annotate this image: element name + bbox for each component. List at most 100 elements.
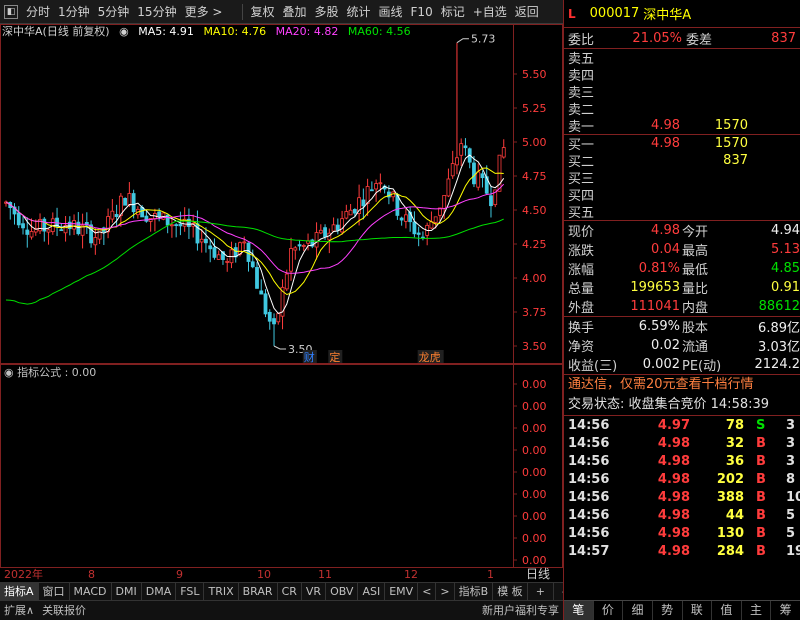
quote-tab[interactable]: 筹 <box>771 601 800 620</box>
tab-trix[interactable]: TRIX <box>204 582 239 601</box>
related-quote-button[interactable]: 关联报价 <box>38 601 90 620</box>
toolbar-draw-line[interactable]: 画线 <box>375 0 407 24</box>
tab-asi[interactable]: ASI <box>358 582 386 601</box>
tab-macd[interactable]: MACD <box>70 582 112 601</box>
tab-emv[interactable]: EMV <box>385 582 419 601</box>
quote-tab[interactable]: 势 <box>653 601 683 620</box>
toolbar-back[interactable]: 返回 <box>511 0 543 24</box>
ma-settings-icon[interactable]: ◉ <box>119 25 129 38</box>
stat-value: 2124.2 <box>754 357 800 372</box>
quote-tab[interactable]: 细 <box>623 601 653 620</box>
stat-row: 换手 6.59% 股本 6.89亿 <box>564 317 800 336</box>
tick-price: 4.98 <box>657 525 690 541</box>
tab-cr[interactable]: CR <box>278 582 302 601</box>
stat-label: PE(动) <box>682 359 722 374</box>
candle-body <box>25 229 30 235</box>
candle-body <box>272 318 276 325</box>
bid-row[interactable]: 买四 <box>564 186 800 204</box>
toolbar-f10[interactable]: F10 <box>407 0 437 24</box>
tab-window[interactable]: 窗口 <box>39 582 70 601</box>
candle-body <box>331 224 336 232</box>
period-label[interactable]: 日线 <box>514 567 562 582</box>
quote-tab[interactable]: 主 <box>742 601 772 620</box>
ask-row[interactable]: 卖二 <box>564 100 800 118</box>
candle-body <box>93 237 98 246</box>
candle-body <box>301 245 306 247</box>
indicator-frame <box>0 364 563 568</box>
tick-volume: 78 <box>725 417 744 433</box>
indicator-ytick-label: 0.00 <box>522 444 547 457</box>
stat-value: 6.89亿 <box>758 321 800 336</box>
tab-indicator-b[interactable]: 指标B <box>455 582 494 601</box>
indicator-chart[interactable]: 0.00 0.00 0.00 0.00 0.00 0.00 0.00 0.00 0.00 <box>0 364 563 568</box>
tab-fsl[interactable]: FSL <box>176 582 205 601</box>
indicator-toggle-icon[interactable]: ◉ <box>4 366 17 379</box>
ask-row[interactable]: 卖四 <box>564 66 800 84</box>
toolbar-timeshare[interactable]: 分时 <box>22 0 54 24</box>
tick-row: 14:56 4.97 78 S 3 <box>564 416 800 434</box>
candle-body <box>29 231 34 238</box>
kline-chart[interactable]: 5.50 5.25 5.00 4.75 4.50 4.25 4.00 3.75 3.50 5.73… <box>0 24 563 364</box>
expand-button[interactable]: 扩展∧ <box>0 601 38 620</box>
tick-list[interactable]: 14:56 4.97 78 S 3 14:56 4.98 32 B 3 14:56 4.98 36 B 3 1… <box>564 416 800 560</box>
toolbar-overlay[interactable]: 叠加 <box>278 0 310 24</box>
promo-banner[interactable]: 通达信，仅需20元查看千档行情 <box>564 375 800 395</box>
candle-body <box>276 313 281 323</box>
stock-title: 深中华A(日线 前复权) <box>2 25 110 38</box>
stock-name: 深中华A <box>643 8 692 23</box>
candle-body <box>289 248 293 272</box>
tab-indicator-a[interactable]: 指标A <box>0 582 39 601</box>
weicha-label: 委差 <box>686 32 713 48</box>
bid-row[interactable]: 买三 <box>564 169 800 187</box>
promo-link[interactable]: 新用户福利专享 <box>478 601 563 620</box>
quote-tab[interactable]: 联 <box>683 601 713 620</box>
tab-prev-button[interactable]: < <box>418 582 437 601</box>
toolbar-statistics[interactable]: 统计 <box>343 0 375 24</box>
tick-count: 8 <box>786 471 796 487</box>
candle-body <box>267 311 272 322</box>
toolbar-15min[interactable]: 15分钟 <box>133 0 180 24</box>
toolbar-5min[interactable]: 5分钟 <box>94 0 134 24</box>
bid-row[interactable]: 买五 <box>564 203 800 221</box>
ask-row[interactable]: 卖三 <box>564 83 800 101</box>
indicator-title-text: 指标公式 : 0.00 <box>17 366 97 379</box>
toolbar-mark[interactable]: 标记 <box>437 0 469 24</box>
bid-row[interactable]: 买二 837 <box>564 152 800 170</box>
ytick-label: 4.00 <box>522 272 547 285</box>
tab-vr[interactable]: VR <box>302 582 327 601</box>
ask-row[interactable]: 卖五 <box>564 49 800 67</box>
xtick-label: 10 <box>257 568 271 581</box>
quote-tab[interactable]: 价 <box>594 601 624 620</box>
candle-body <box>21 223 25 229</box>
tick-time: 14:56 <box>568 417 610 433</box>
tab-template[interactable]: 模 板 <box>493 582 528 601</box>
tick-time: 14:56 <box>568 471 610 487</box>
xtick-label: 2022年 <box>4 568 43 581</box>
toolbar-multi-stock[interactable]: 多股 <box>310 0 342 24</box>
toolbar-1min[interactable]: 1分钟 <box>54 0 94 24</box>
toolbar-adjust[interactable]: 复权 <box>246 0 278 24</box>
tab-next-button[interactable]: > <box>436 582 455 601</box>
ma5-label: MA5: 4.91 <box>138 25 194 38</box>
pin-icon[interactable]: ◧ <box>4 4 18 19</box>
toolbar-more[interactable]: 更多 > <box>181 0 227 24</box>
quote-tab[interactable]: 笔 <box>564 601 594 620</box>
tick-row: 14:56 4.98 44 B 5 <box>564 506 800 524</box>
bid-row[interactable]: 买一 4.98 1570 <box>564 135 800 153</box>
ytick-label: 4.75 <box>522 170 547 183</box>
candle-body <box>489 195 493 207</box>
ask-row[interactable]: 卖一 4.98 1570 <box>564 117 800 135</box>
tick-count: 10 <box>786 489 800 505</box>
tab-brar[interactable]: BRAR <box>239 582 278 601</box>
tab-dma[interactable]: DMA <box>142 582 177 601</box>
stat-label: 换手 <box>568 321 595 336</box>
quote-bottom-tabs: 笔价细势联值主筹 <box>564 600 800 620</box>
quote-tab[interactable]: 值 <box>712 601 742 620</box>
indicator-ytick-label: 0.00 <box>522 378 547 391</box>
tab-add-button[interactable]: + <box>528 582 554 601</box>
candle-body <box>140 206 145 218</box>
tab-obv[interactable]: OBV <box>326 582 359 601</box>
candle-body <box>178 223 183 227</box>
toolbar-add-watchlist[interactable]: +自选 <box>469 0 511 24</box>
tab-dmi[interactable]: DMI <box>112 582 142 601</box>
